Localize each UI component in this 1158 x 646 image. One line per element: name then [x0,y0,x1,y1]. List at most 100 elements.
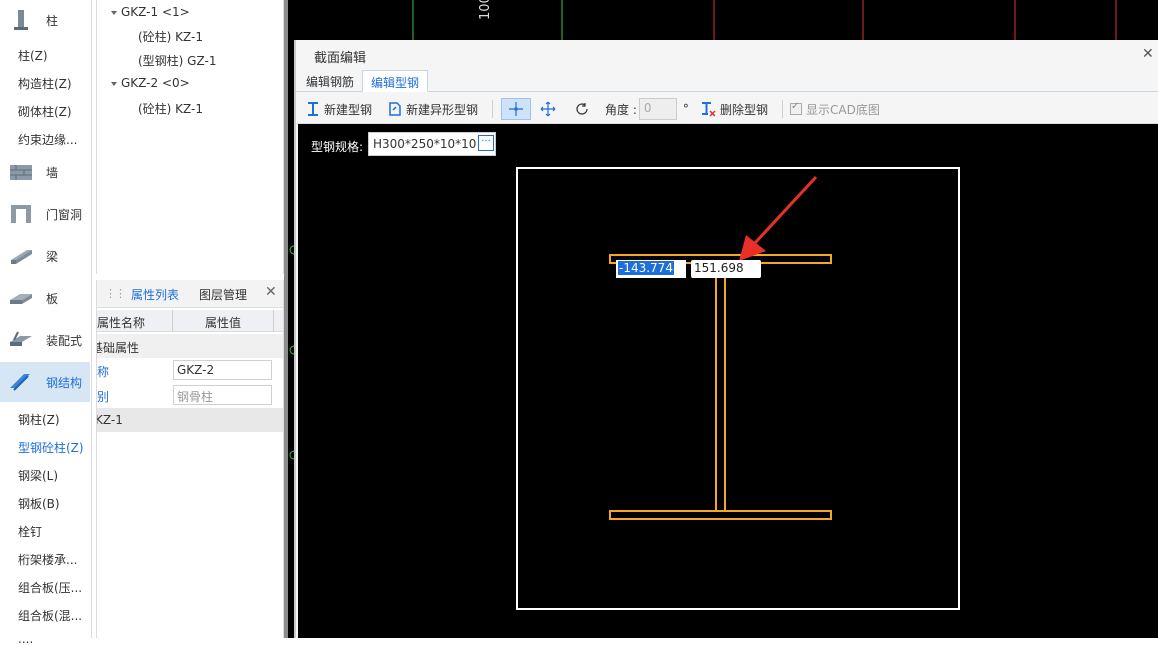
property-name: 别 [97,390,110,404]
custom-shape-icon [389,102,401,116]
delete-steel-label: 删除型钢 [720,102,769,117]
i-beam-outline [609,254,832,520]
property-row: 称 GKZ-2 [97,358,283,382]
tab-edit-steel[interactable]: 编辑型钢 [362,70,429,92]
steel-item-selected[interactable]: 型钢砼柱(Z) [18,439,84,456]
wall-icon [10,165,32,180]
tree-node-child[interactable]: (砼柱) KZ-1 [138,100,203,117]
header-property-name: 属性名称 [97,316,146,330]
header-property-value: 属性值 [205,316,242,330]
category-beam[interactable]: 梁 [0,236,90,276]
expand-triangle-icon[interactable] [111,10,117,15]
prefab-icon [10,331,32,346]
properties-header-row: 属性名称 属性值 [97,310,283,332]
category-steel-structure[interactable]: 钢结构 [0,362,90,402]
category-prefab[interactable]: 装配式 [0,320,90,360]
category-label: 柱 [46,13,59,28]
rotate-button[interactable] [574,99,590,119]
category-wall[interactable]: 墙 [0,152,90,192]
property-value-input[interactable]: 钢骨柱 [173,385,272,405]
angle-label: 角度 : [605,102,637,117]
close-icon[interactable]: ✕ [1142,46,1154,62]
move-button[interactable] [540,99,556,119]
beam-icon [11,250,32,264]
angle-unit: ° [682,102,689,116]
column-icon [14,10,28,30]
tree-node-gkz-2[interactable]: GKZ-2 <0> [111,76,223,90]
steel-item[interactable]: 组合板(压... [18,579,82,596]
tree-node-label: GKZ-1 <1> [121,5,190,19]
section-edit-dialog: 截面编辑 ✕ 编辑钢筋 编辑型钢 新建型钢 新建异形型钢 角度: 0 ° 删除… [294,40,1158,638]
angle-control: 角度 : 0 ° [605,98,689,120]
coordinate-x-value: -143.774 [618,261,674,275]
new-custom-steel-label: 新建异形型钢 [406,102,479,117]
i-beam-icon [308,102,318,116]
tab-property-list[interactable]: 属性列表 [131,286,179,303]
coordinate-x-input[interactable]: -143.774 [616,260,686,278]
select-point-button[interactable] [501,98,531,120]
tree-node-gkz-1[interactable]: GKZ-1 <1> [111,5,190,19]
move-icon [540,101,556,117]
delete-steel-icon [702,102,716,117]
coordinate-y-input[interactable]: 151.698 [691,260,761,278]
category-label: 门窗洞 [46,207,83,222]
steel-item[interactable]: 栓钉 [18,523,42,540]
section-canvas[interactable]: 型钢规格: H300*250*10*10 ··· -143.774 151.69… [298,124,1158,638]
category-label: 板 [46,291,59,306]
column-divider [273,310,274,332]
show-cad-label: 显示CAD底图 [806,102,880,117]
toolbar-separator [492,100,493,118]
column-item[interactable]: 约束边缘... [18,131,77,148]
category-label: 钢结构 [46,375,83,390]
new-steel-label: 新建型钢 [324,102,373,117]
column-item[interactable]: 砌体柱(Z) [18,103,72,120]
category-slab[interactable]: 板 [0,278,90,318]
property-value-input[interactable]: GKZ-2 [173,360,272,380]
crosshair-icon [509,102,523,116]
tree-node-child[interactable]: (砼柱) KZ-1 [138,28,203,45]
steel-item[interactable]: 桁架楼承... [18,551,77,568]
show-cad-checkbox[interactable]: 显示CAD底图 [790,99,880,119]
category-door-window[interactable]: 门窗洞 [0,194,90,234]
delete-steel-button[interactable]: 删除型钢 [700,99,768,119]
annotation-arrow [739,175,818,261]
properties-panel: ⋮⋮ 属性列表 图层管理 ✕ 属性名称 属性值 基础属性 称 GKZ-2 别 钢… [96,280,284,638]
section-boundary [516,167,960,610]
property-subgroup-label: KZ-1 [96,413,123,427]
steel-structure-icon [10,374,30,391]
property-group-label: 基础属性 [97,341,140,355]
dialog-title: 截面编辑 [314,51,367,66]
tree-node-label-selected: GKZ-2 <0> [121,76,190,90]
steel-item[interactable]: 组合板(混... [18,607,82,624]
tab-edit-rebar[interactable]: 编辑钢筋 [298,70,362,92]
steel-item[interactable]: 钢梁(L) [18,467,58,484]
checkbox-icon [790,101,802,115]
column-item[interactable]: 构造柱(Z) [18,75,72,92]
rotate-icon [576,103,588,115]
angle-input[interactable]: 0 [638,98,677,120]
column-divider [172,310,173,332]
category-label: 梁 [46,249,59,264]
drag-handle-icon[interactable]: ⋮⋮ [105,287,126,300]
component-category-panel: 柱 柱(Z) 构造柱(Z) 砌体柱(Z) 约束边缘... 墙 门窗洞 梁 板 装… [0,0,92,646]
section-drawing [516,167,960,610]
steel-item[interactable]: 钢板(B) [18,495,60,512]
steel-item[interactable]: 钢柱(Z) [18,411,60,428]
expand-triangle-icon[interactable] [111,81,117,86]
toolbar-separator [782,100,783,118]
property-group-row[interactable]: 基础属性 [97,334,283,358]
category-label: 装配式 [46,333,83,348]
tree-node-child[interactable]: (型钢柱) GZ-1 [138,52,216,69]
steel-item[interactable]: .... [18,632,33,646]
column-item[interactable]: 柱(Z) [18,47,48,64]
dimension-label: 100 [478,0,493,20]
property-subgroup-row[interactable]: KZ-1 [96,408,283,432]
category-column[interactable]: 柱 [0,0,90,40]
component-tree-panel: GKZ-1 <1> (砼柱) KZ-1 (型钢柱) GZ-1 GKZ-2 <0>… [96,0,284,274]
tab-layer-manager[interactable]: 图层管理 [199,286,247,303]
door-window-icon [11,205,31,223]
close-icon[interactable]: ✕ [265,284,277,300]
new-custom-steel-button[interactable]: 新建异形型钢 [388,99,478,119]
new-steel-button[interactable]: 新建型钢 [306,99,372,119]
properties-tab-bar: ⋮⋮ 属性列表 图层管理 ✕ [97,280,283,308]
